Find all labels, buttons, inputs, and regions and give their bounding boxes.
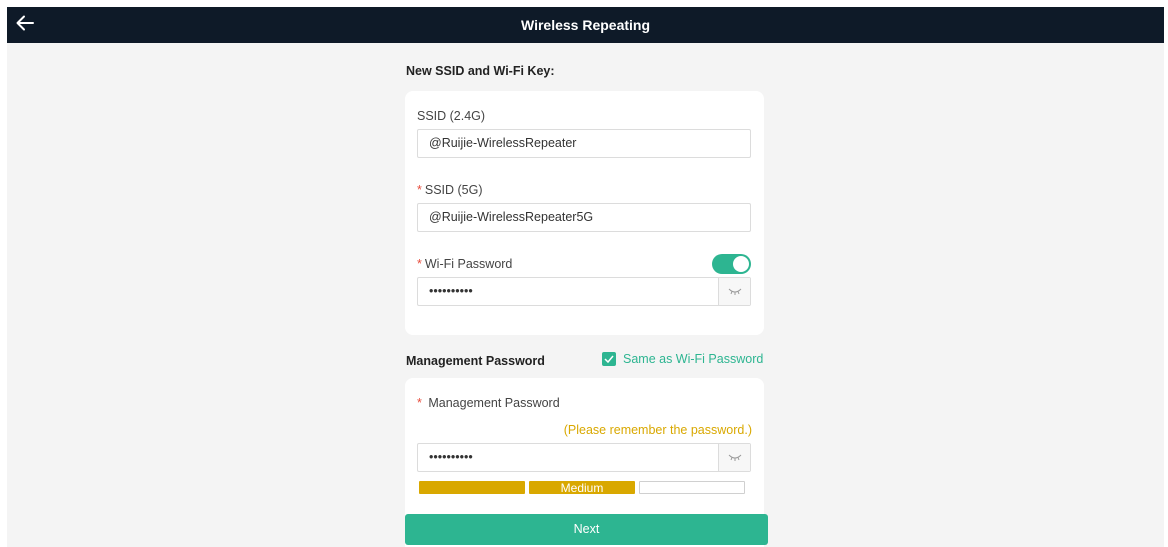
required-mark: * xyxy=(417,257,422,271)
wifi-password-toggle[interactable] xyxy=(712,254,751,274)
required-mark: * xyxy=(417,396,422,410)
show-wifi-password-button[interactable] xyxy=(718,278,750,305)
ssid-card: SSID (2.4G) @Ruijie-WirelessRepeater * SS… xyxy=(405,91,764,335)
management-password-label: * Management Password xyxy=(417,396,560,410)
strength-segment-1 xyxy=(419,481,525,494)
ssid-5g-label: * SSID (5G) xyxy=(417,183,483,197)
management-password-value: •••••••••• xyxy=(429,450,473,464)
wifi-password-value: •••••••••• xyxy=(429,284,473,298)
strength-segment-2: Medium xyxy=(529,481,635,494)
show-management-password-button[interactable] xyxy=(718,444,750,471)
eye-closed-icon xyxy=(728,278,742,305)
management-section-title: Management Password xyxy=(406,354,545,368)
management-password-input[interactable]: •••••••••• xyxy=(417,443,751,472)
checkbox-checked-icon xyxy=(602,352,616,366)
wifi-password-label: * Wi-Fi Password xyxy=(417,257,513,271)
same-as-wifi-label: Same as Wi-Fi Password xyxy=(623,352,764,366)
page-title: Wireless Repeating xyxy=(520,17,651,33)
toggle-knob xyxy=(733,256,749,272)
ssid-24g-label: SSID (2.4G) xyxy=(417,109,486,123)
same-as-wifi-checkbox[interactable]: Same as Wi-Fi Password xyxy=(602,352,763,366)
ssid-24g-input[interactable]: @Ruijie-WirelessRepeater xyxy=(417,129,751,158)
wifi-password-input[interactable]: •••••••••• xyxy=(417,277,751,306)
required-mark: * xyxy=(417,183,422,197)
eye-closed-icon xyxy=(728,444,742,471)
next-button[interactable]: Next xyxy=(405,514,768,545)
ssid-section-title: New SSID and Wi-Fi Key: xyxy=(406,64,555,78)
remember-password-hint: (Please remember the password.) xyxy=(563,423,752,437)
app-window: Wireless Repeating New SSID and Wi-Fi Ke… xyxy=(7,7,1164,547)
ssid-5g-input[interactable]: @Ruijie-WirelessRepeater5G xyxy=(417,203,751,232)
header-bar: Wireless Repeating xyxy=(7,7,1164,43)
strength-segment-3 xyxy=(639,481,745,494)
